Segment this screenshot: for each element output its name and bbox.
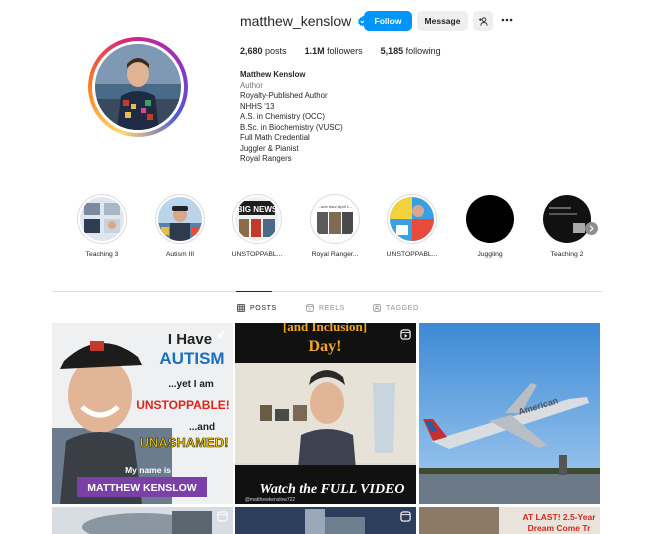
post-autism-unstoppable[interactable]: I Have AUTISM ...yet I am UNSTOPPABLE! .…: [52, 323, 233, 504]
follow-button[interactable]: Follow: [364, 11, 412, 31]
bio-line: Royalty-Published Author: [240, 91, 328, 100]
bio: Matthew Kenslow Author Royalty-Published…: [240, 70, 343, 165]
svg-text:...and: ...and: [189, 422, 215, 433]
svg-text:[and Inclusion]: [and Inclusion]: [283, 323, 367, 334]
highlight-teaching-3[interactable]: Teaching 3: [72, 194, 132, 258]
svg-text:Day!: Day!: [309, 338, 342, 355]
svg-text:Watch the FULL VIDEO: Watch the FULL VIDEO: [259, 482, 404, 497]
post-inclusion-day-video[interactable]: [and Inclusion] Day! Watch the FULL VIDE…: [235, 323, 416, 504]
reel-icon: [400, 329, 411, 340]
tab-reels[interactable]: REELS: [306, 304, 345, 312]
highlight-unstoppable-1[interactable]: BIG NEWS UNSTOPPABL...: [227, 194, 287, 258]
highlight-autism-iii[interactable]: Autism III: [150, 194, 210, 258]
suggest-users-button[interactable]: [473, 11, 493, 31]
message-button[interactable]: Message: [417, 11, 468, 31]
followers-link[interactable]: 1.1M followers: [305, 46, 363, 56]
tab-tagged[interactable]: TAGGED: [373, 304, 419, 312]
tabs-divider: [52, 291, 602, 292]
bio-line: B.Sc. in Biochemistry (VUSC): [240, 122, 343, 132]
pinned-icon: [216, 329, 226, 340]
bio-line: Juggler & Pianist: [240, 143, 299, 153]
grid-icon: [237, 304, 245, 312]
post-airplane[interactable]: American: [419, 323, 600, 504]
bio-category: Author: [240, 80, 263, 90]
highlight-royal-rangers[interactable]: ...one hour April 1... Royal Ranger...: [305, 194, 365, 258]
svg-text:...yet I am: ...yet I am: [168, 379, 214, 390]
reel-icon: [400, 511, 411, 522]
svg-text:UNASHAMED!: UNASHAMED!: [140, 435, 229, 450]
chevron-right-icon: [589, 225, 594, 232]
add-user-icon: [478, 16, 488, 26]
post-row2-right[interactable]: AT LAST! 2.5-Year Dream Come Tr: [419, 507, 600, 534]
svg-text:MATTHEW KENSLOW: MATTHEW KENSLOW: [87, 482, 197, 494]
bio-line: Full Math Credential: [240, 133, 310, 142]
posts-count: 2,680 posts: [240, 46, 287, 56]
svg-text:UNSTOPPABLE!: UNSTOPPABLE!: [136, 398, 230, 412]
highlight-juggling[interactable]: Juggling: [460, 194, 520, 258]
active-tab-indicator: [236, 291, 272, 292]
svg-text:Dream Come Tr: Dream Come Tr: [528, 523, 592, 533]
svg-text:BIG NEWS: BIG NEWS: [237, 205, 278, 214]
svg-text:AT LAST! 2.5-Year: AT LAST! 2.5-Year: [522, 512, 596, 522]
bio-name: Matthew Kenslow: [240, 70, 306, 79]
tab-posts[interactable]: POSTS: [237, 304, 277, 312]
reel-icon: [217, 511, 228, 522]
username: matthew_kenslow: [240, 13, 352, 29]
post-row2-middle[interactable]: [235, 507, 416, 534]
bio-line: A.S. in Chemistry (OCC): [240, 112, 325, 121]
highlight-unstoppable-2[interactable]: UNSTOPPABL...: [382, 194, 442, 258]
tagged-icon: [373, 304, 381, 312]
bio-line: NHHS '13: [240, 101, 275, 111]
svg-text:...one hour April 1...: ...one hour April 1...: [318, 204, 353, 209]
profile-avatar-ring[interactable]: [88, 37, 188, 137]
more-options-icon[interactable]: [500, 13, 514, 27]
svg-text:@matthewkenslow722: @matthewkenslow722: [245, 497, 296, 503]
bio-line: Royal Rangers: [240, 154, 292, 163]
svg-text:I Have: I Have: [168, 331, 212, 348]
svg-text:My name is: My name is: [125, 465, 171, 475]
highlights-next-button[interactable]: [585, 222, 598, 235]
svg-text:AUTISM: AUTISM: [159, 349, 224, 368]
profile-stats: 2,680 posts 1.1M followers 5,185 followi…: [240, 46, 459, 56]
following-link[interactable]: 5,185 following: [381, 46, 441, 56]
avatar[interactable]: [95, 44, 181, 130]
reels-icon: [306, 304, 314, 312]
post-row2-left[interactable]: [52, 507, 233, 534]
